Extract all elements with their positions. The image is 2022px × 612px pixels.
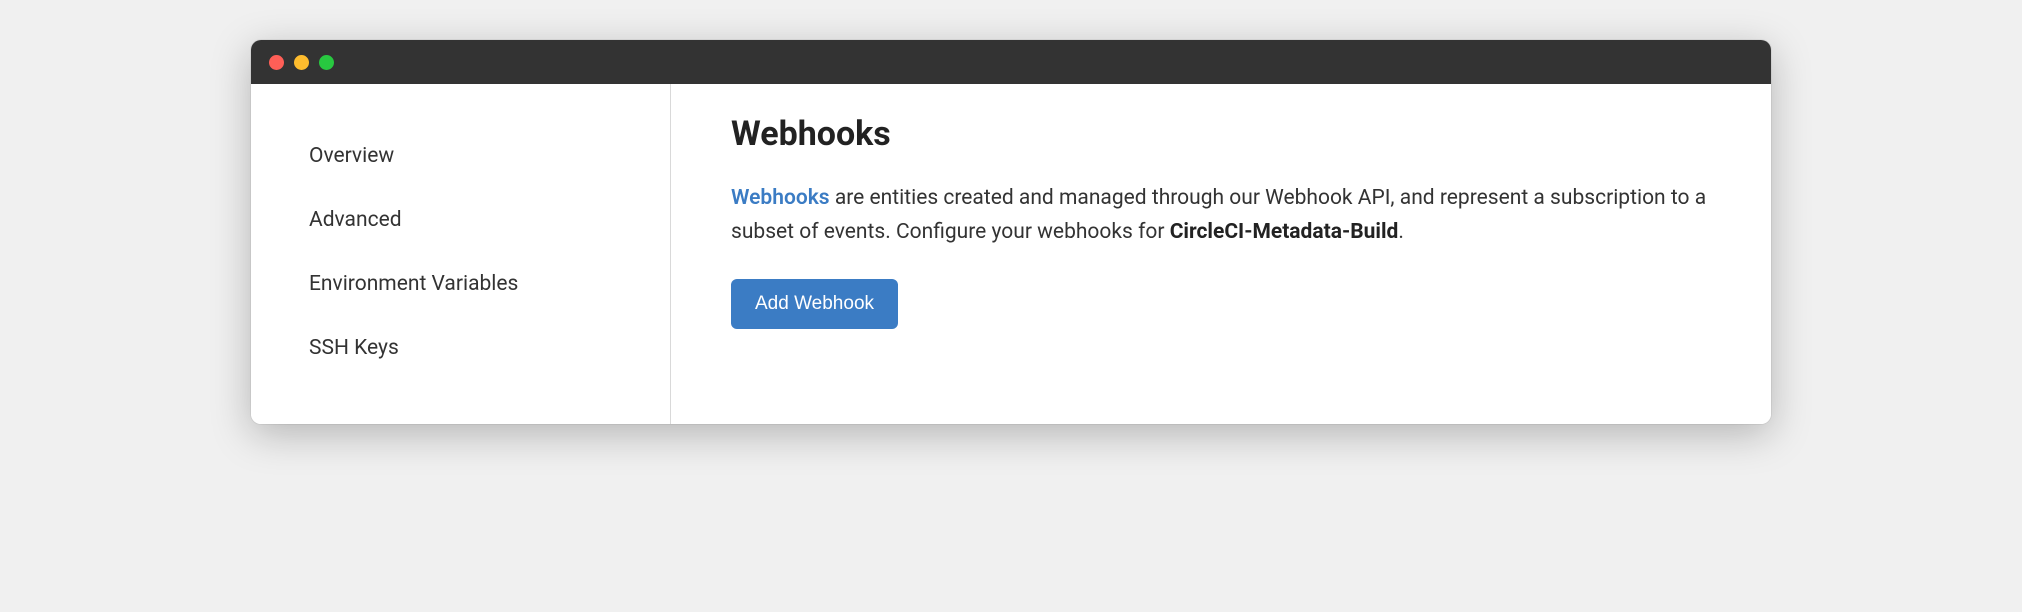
content-area: Overview Advanced Environment Variables … [251, 84, 1771, 424]
close-window-button[interactable] [269, 55, 284, 70]
sidebar-item-advanced[interactable]: Advanced [251, 188, 670, 252]
page-title: Webhooks [731, 114, 1711, 154]
sidebar-item-ssh-keys[interactable]: SSH Keys [251, 316, 670, 380]
project-name: CircleCI-Metadata-Build [1170, 220, 1399, 244]
titlebar [251, 40, 1771, 84]
sidebar: Overview Advanced Environment Variables … [251, 84, 671, 424]
maximize-window-button[interactable] [319, 55, 334, 70]
webhooks-description: Webhooks are entities created and manage… [731, 182, 1711, 249]
sidebar-item-overview[interactable]: Overview [251, 124, 670, 188]
sidebar-item-environment-variables[interactable]: Environment Variables [251, 252, 670, 316]
main-panel: Webhooks Webhooks are entities created a… [671, 84, 1771, 424]
add-webhook-button[interactable]: Add Webhook [731, 279, 898, 329]
webhooks-link[interactable]: Webhooks [731, 186, 830, 210]
app-window: Overview Advanced Environment Variables … [251, 40, 1771, 424]
minimize-window-button[interactable] [294, 55, 309, 70]
description-text-2: . [1398, 220, 1404, 244]
